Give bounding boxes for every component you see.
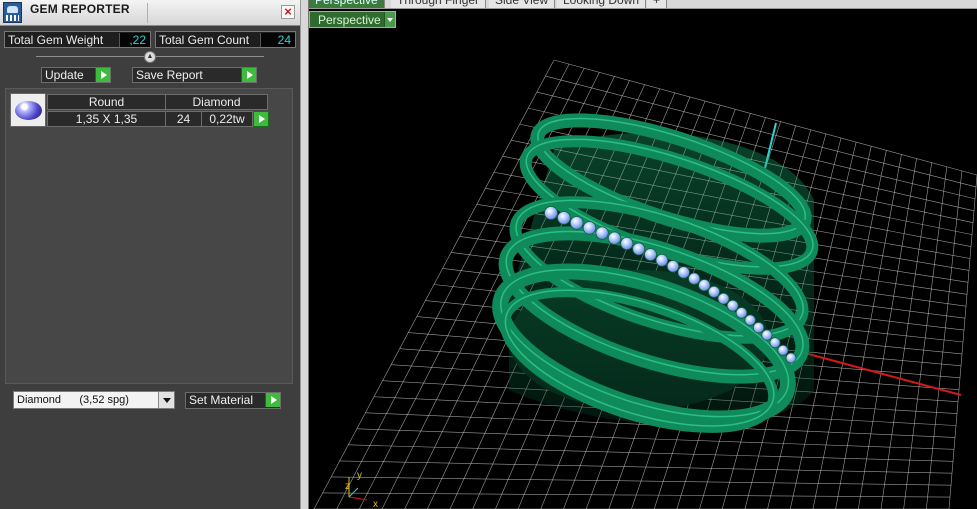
grid-line bbox=[835, 154, 902, 509]
gem-weight-cell: 0,22tw bbox=[201, 111, 253, 127]
3d-scene: z y x bbox=[313, 59, 977, 509]
gem-stone bbox=[735, 307, 748, 319]
panel-title: GEM REPORTER bbox=[30, 2, 130, 16]
gem-stone bbox=[644, 248, 657, 262]
save-report-button-label: Save Report bbox=[136, 68, 203, 82]
gem-stone bbox=[595, 226, 609, 240]
gem-stone bbox=[726, 299, 739, 312]
gem-shape-thumbnail bbox=[10, 93, 46, 127]
total-gem-weight-box: Total Gem Weight ,22 bbox=[4, 31, 151, 48]
tab-side-view[interactable]: Side View bbox=[489, 0, 556, 8]
gem-stone bbox=[688, 272, 701, 285]
grid-line bbox=[948, 174, 977, 509]
round-gem-icon bbox=[15, 101, 42, 120]
grid-line bbox=[339, 460, 953, 474]
gem-stone bbox=[655, 253, 669, 267]
close-icon[interactable]: × bbox=[281, 5, 295, 19]
gem-reporter-panel: GEM REPORTER × Total Gem Weight ,22 Tota… bbox=[0, 0, 302, 509]
gem-stone bbox=[769, 337, 781, 349]
set-material-button[interactable]: Set Material bbox=[185, 392, 281, 409]
update-button[interactable]: Update bbox=[41, 67, 111, 83]
save-report-button[interactable]: Save Report bbox=[132, 67, 257, 83]
y-axis-label: y bbox=[357, 470, 362, 481]
grid-line bbox=[331, 476, 952, 486]
gem-material-cell: Diamond bbox=[165, 94, 268, 110]
gem-stone bbox=[698, 279, 711, 292]
z-axis-label: z bbox=[345, 481, 350, 492]
grid-line bbox=[857, 158, 917, 509]
grid-line bbox=[903, 166, 948, 509]
gem-stone bbox=[557, 211, 571, 225]
tab-perspective[interactable]: Perspective bbox=[309, 0, 385, 8]
grid-line bbox=[322, 492, 951, 498]
view-tab-bar: Perspective Through Finger Side View Loo… bbox=[309, 0, 977, 9]
material-dropdown[interactable]: Diamond (3,52 spg) bbox=[13, 391, 175, 409]
tab-through-finger[interactable]: Through Finger bbox=[391, 0, 487, 8]
gem-stone bbox=[666, 260, 680, 273]
panel-splitter[interactable] bbox=[300, 0, 309, 509]
x-axis-label: x bbox=[373, 499, 378, 509]
gem-shape-cell: Round bbox=[47, 94, 166, 110]
gem-stone bbox=[544, 206, 558, 220]
gem-stone bbox=[752, 321, 765, 334]
gem-size-cell: 1,35 X 1,35 bbox=[47, 111, 166, 127]
add-view-tab[interactable]: + bbox=[647, 0, 668, 8]
grid-line bbox=[926, 170, 963, 509]
tab-looking-down[interactable]: Looking Down bbox=[557, 0, 647, 8]
gem-stone bbox=[632, 242, 646, 256]
total-gem-count-box: Total Gem Count 24 bbox=[155, 31, 296, 48]
total-gem-count-value: 24 bbox=[260, 33, 295, 47]
grid-line bbox=[880, 162, 932, 509]
app-window: GEM REPORTER × Total Gem Weight ,22 Tota… bbox=[0, 0, 977, 509]
total-gem-weight-label: Total Gem Weight bbox=[8, 33, 104, 47]
titlebar-separator bbox=[147, 3, 148, 23]
gem-stone bbox=[761, 329, 773, 341]
gem-stone bbox=[569, 216, 584, 230]
set-material-button-label: Set Material bbox=[189, 393, 254, 407]
gem-stone bbox=[620, 236, 634, 250]
gem-reporter-app-icon bbox=[3, 2, 22, 23]
play-icon bbox=[95, 68, 110, 82]
3d-viewport[interactable]: z y x Perspective Through Finger Side Vi… bbox=[309, 0, 977, 509]
collapse-toggle-icon[interactable]: ▲ bbox=[144, 51, 156, 63]
view-mode-dropdown[interactable]: Perspective bbox=[309, 11, 396, 28]
ring-model bbox=[492, 113, 819, 433]
gem-stone bbox=[744, 314, 756, 326]
gem-count-cell: 24 bbox=[165, 111, 202, 127]
panel-titlebar: GEM REPORTER × bbox=[0, 0, 302, 26]
total-gem-weight-value: ,22 bbox=[119, 33, 150, 47]
gem-stone bbox=[677, 266, 690, 279]
total-gem-count-label: Total Gem Count bbox=[159, 33, 250, 47]
chevron-down-icon[interactable] bbox=[384, 12, 395, 27]
gem-list-item[interactable]: Round Diamond 1,35 X 1,35 24 0,22tw bbox=[10, 93, 269, 127]
view-mode-dropdown-value: Perspective bbox=[318, 13, 381, 27]
gem-row-action-icon[interactable] bbox=[253, 111, 269, 127]
gem-stone bbox=[607, 231, 622, 245]
gem-stone bbox=[777, 344, 789, 356]
play-icon bbox=[265, 393, 280, 407]
gem-stone bbox=[717, 292, 730, 305]
axis-triad: z y x bbox=[345, 470, 378, 509]
gem-stone bbox=[582, 221, 597, 235]
gem-stone bbox=[785, 352, 797, 364]
gem-list: Round Diamond 1,35 X 1,35 24 0,22tw bbox=[5, 88, 293, 384]
grid-line bbox=[348, 444, 954, 462]
chevron-down-icon[interactable] bbox=[158, 392, 174, 408]
grid-line bbox=[356, 428, 955, 450]
gem-stone bbox=[707, 285, 720, 298]
material-dropdown-value: Diamond (3,52 spg) bbox=[17, 394, 129, 406]
update-button-label: Update bbox=[45, 68, 84, 82]
play-icon bbox=[241, 68, 256, 82]
